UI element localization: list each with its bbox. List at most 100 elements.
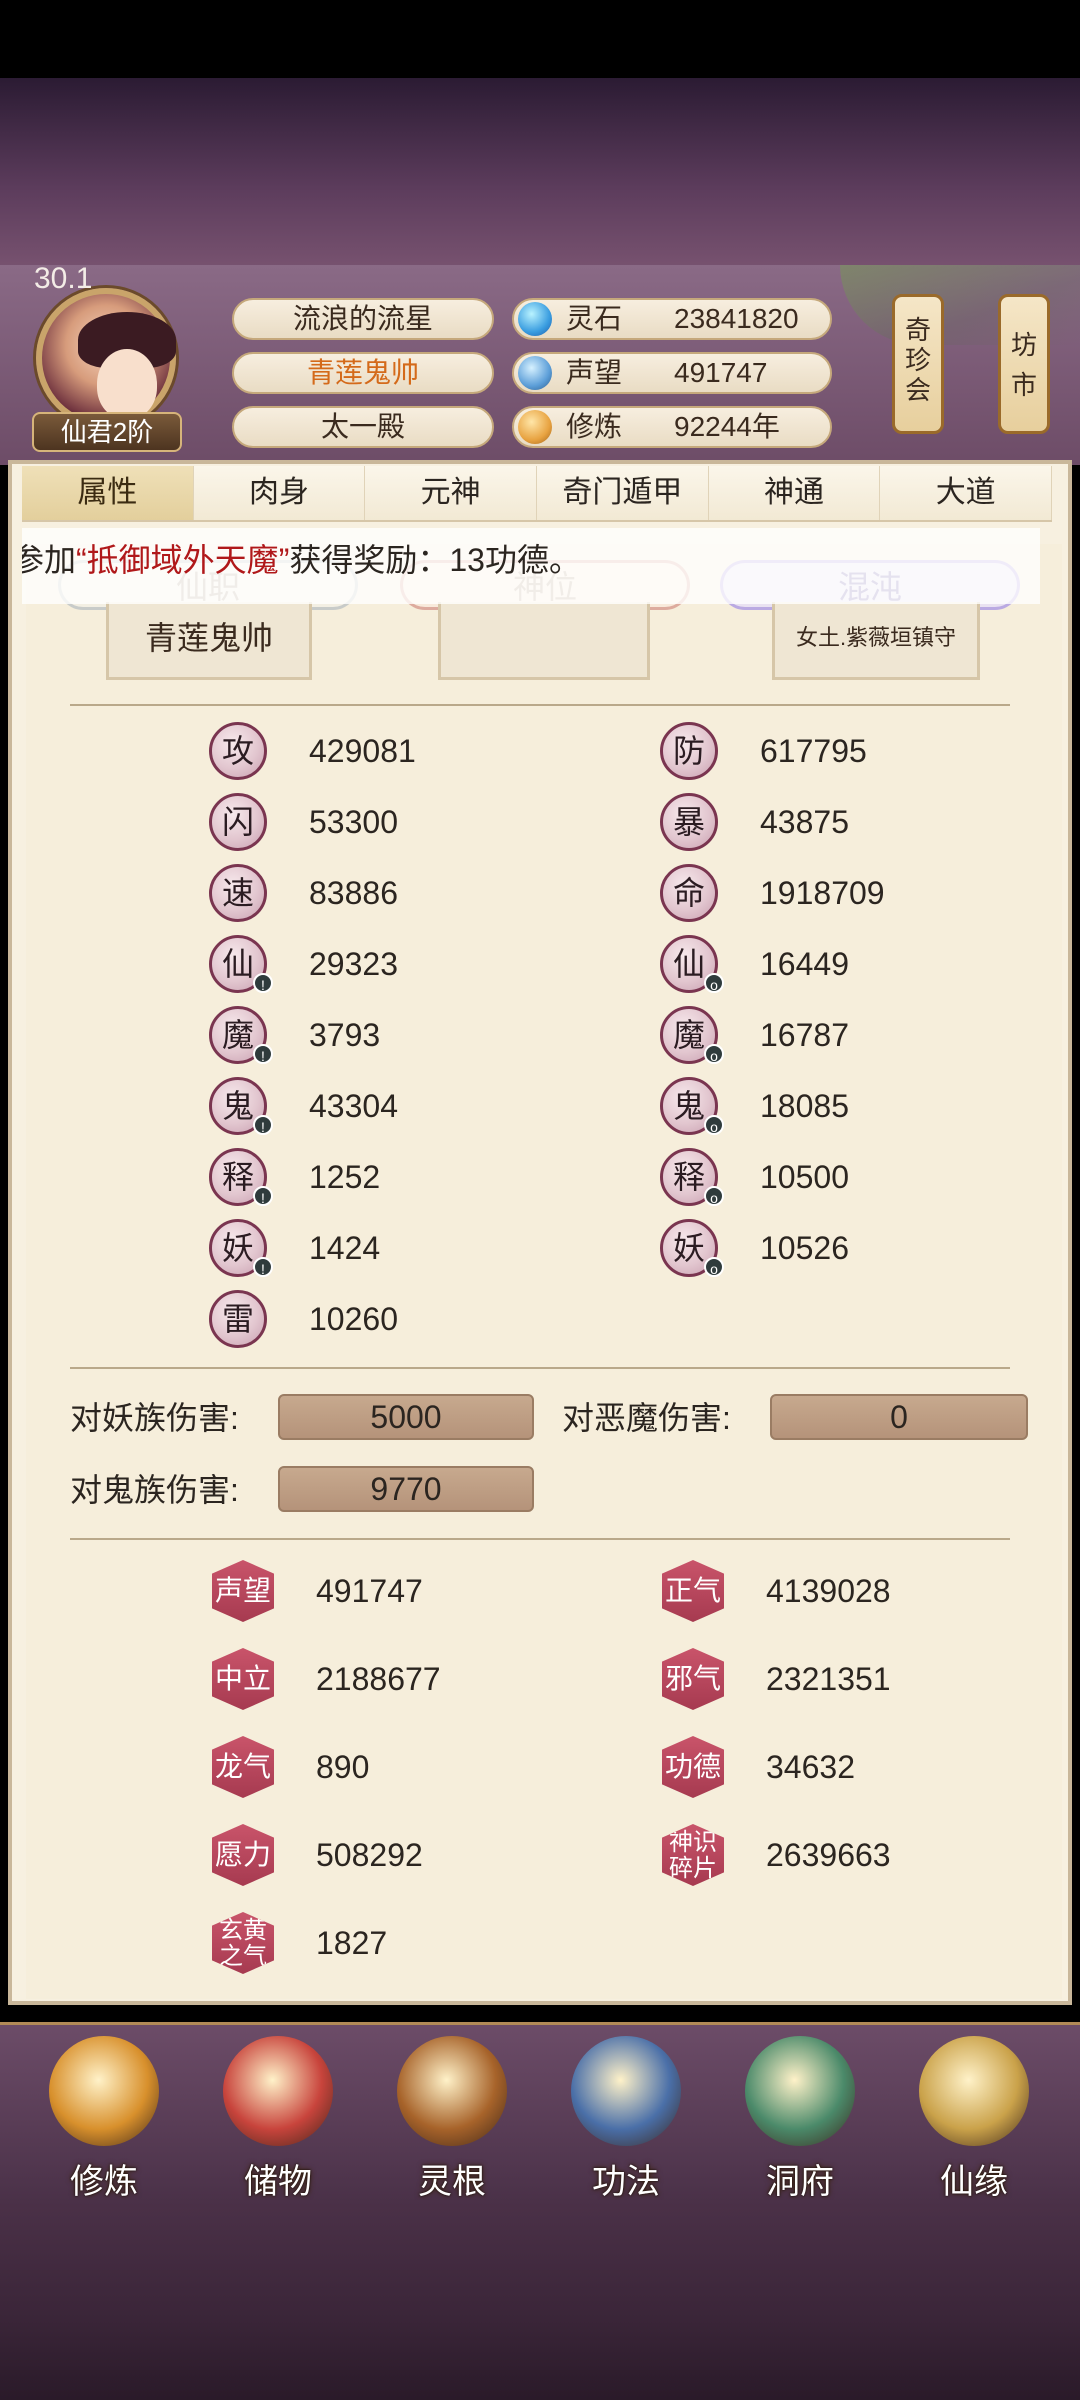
alert-badge-icon: ! xyxy=(253,1115,273,1135)
divider xyxy=(70,1367,1010,1369)
nav-item[interactable]: 修炼 xyxy=(24,2036,184,2204)
reputation-value: 890 xyxy=(316,1749,370,1785)
notice-suffix: 获得奖励：13功德。 xyxy=(289,542,581,578)
reputation-value: 2321351 xyxy=(766,1661,891,1697)
stat-value: 83886 xyxy=(309,875,398,911)
resource-spirit-stone[interactable]: 灵石 23841820 xyxy=(512,298,832,340)
treasure-fair-button[interactable]: 奇 珍 会 xyxy=(892,294,944,434)
stat-value: 18085 xyxy=(760,1088,849,1124)
stat-value: 3793 xyxy=(309,1017,381,1053)
stat-icon[interactable]: 暴 xyxy=(660,793,718,851)
status-bar xyxy=(0,0,1080,78)
nav-label: 修炼 xyxy=(70,2163,138,2201)
nav-label: 灵根 xyxy=(418,2163,486,2201)
stat-value: 43875 xyxy=(760,804,849,840)
stat-value: 429081 xyxy=(309,733,416,769)
tab-dao[interactable]: 大道 xyxy=(880,466,1053,520)
player-title: 青莲鬼帅 xyxy=(232,352,494,394)
damage-yao-value: 5000 xyxy=(278,1394,534,1440)
damage-emo-label: 对恶魔伤害: xyxy=(562,1400,731,1436)
resource-value: 491747 xyxy=(674,357,768,388)
stat-value: 53300 xyxy=(309,804,398,840)
resource-label: 修炼 xyxy=(566,411,623,442)
stat-value: 10500 xyxy=(760,1159,849,1195)
player-avatar[interactable]: 仙君2阶 xyxy=(20,280,190,460)
stat-value: 1252 xyxy=(309,1159,381,1195)
notice-quote-open: “ xyxy=(76,542,87,578)
avatar-face xyxy=(97,349,157,419)
reputation-value: 34632 xyxy=(766,1749,855,1785)
resource-value: 92244年 xyxy=(674,411,780,442)
stat-value: 29323 xyxy=(309,946,398,982)
notice-prefix: 参加 xyxy=(22,542,77,578)
stat-icon[interactable]: 闪 xyxy=(209,793,267,851)
stat-icon[interactable]: 速 xyxy=(209,864,267,922)
spirit-stone-icon xyxy=(518,302,552,336)
stat-value: 16449 xyxy=(760,946,849,982)
tab-body[interactable]: 肉身 xyxy=(193,466,366,520)
stat-value: 10260 xyxy=(309,1301,398,1337)
resource-cultivation[interactable]: 修炼 92244年 xyxy=(512,406,832,448)
chaos-value: 女土.紫薇垣镇守 xyxy=(772,602,980,680)
info-badge-icon: o xyxy=(704,1257,724,1277)
alert-badge-icon: ! xyxy=(253,1257,273,1277)
alert-badge-icon: ! xyxy=(253,973,273,993)
alert-badge-icon: ! xyxy=(253,1186,273,1206)
player-name: 流浪的流星 xyxy=(232,298,494,340)
divine-rank-value xyxy=(438,602,650,680)
reputation-icon xyxy=(518,356,552,390)
tab-abilities[interactable]: 神通 xyxy=(708,466,881,520)
resource-label: 灵石 xyxy=(566,303,623,334)
stat-icon[interactable]: 命 xyxy=(660,864,718,922)
nav-icon xyxy=(397,2036,507,2146)
stat-value: 1424 xyxy=(309,1230,381,1266)
bottom-background xyxy=(0,2200,1080,2400)
nav-item[interactable]: 洞府 xyxy=(720,2036,880,2204)
stat-value: 1918709 xyxy=(760,875,885,911)
attribute-panel xyxy=(8,460,1072,2005)
rank-badge: 仙君2阶 xyxy=(32,412,182,452)
tab-spirit[interactable]: 元神 xyxy=(365,466,538,520)
reputation-value: 508292 xyxy=(316,1837,423,1873)
resource-value: 23841820 xyxy=(674,303,799,334)
tab-attributes[interactable]: 属性 xyxy=(22,466,194,520)
nav-item[interactable]: 灵根 xyxy=(372,2036,532,2204)
player-location: 太一殿 xyxy=(232,406,494,448)
info-badge-icon: o xyxy=(704,1115,724,1135)
nav-icon xyxy=(223,2036,333,2146)
stat-icon[interactable]: 攻 xyxy=(209,722,267,780)
nav-label: 储物 xyxy=(244,2163,312,2201)
nav-icon xyxy=(49,2036,159,2146)
stat-icon[interactable]: 雷 xyxy=(209,1290,267,1348)
stat-icon[interactable]: 防 xyxy=(660,722,718,780)
stat-value: 10526 xyxy=(760,1230,849,1266)
notice-highlight: 抵御域外天魔 xyxy=(86,542,279,578)
attribute-tabs: 属性 肉身 元神 奇门遁甲 神通 大道 xyxy=(22,466,1053,522)
stat-value: 43304 xyxy=(309,1088,398,1124)
divider xyxy=(70,704,1010,706)
reputation-value: 2639663 xyxy=(766,1837,891,1873)
info-badge-icon: o xyxy=(704,973,724,993)
nav-label: 仙缘 xyxy=(940,2163,1008,2201)
cultivation-icon xyxy=(518,410,552,444)
nav-item[interactable]: 仙缘 xyxy=(894,2036,1054,2204)
resource-reputation[interactable]: 声望 491747 xyxy=(512,352,832,394)
damage-emo-value: 0 xyxy=(770,1394,1028,1440)
reputation-value: 1827 xyxy=(316,1925,388,1961)
damage-yao-label: 对妖族伤害: xyxy=(70,1400,239,1436)
avatar-portrait xyxy=(36,288,176,428)
immortal-post-value: 青莲鬼帅 xyxy=(106,602,312,680)
divider xyxy=(70,1538,1010,1540)
nav-label: 洞府 xyxy=(766,2163,834,2201)
top-background xyxy=(0,78,1080,278)
nav-item[interactable]: 储物 xyxy=(198,2036,358,2204)
nav-icon xyxy=(919,2036,1029,2146)
market-button[interactable]: 坊 市 xyxy=(998,294,1050,434)
reputation-value: 491747 xyxy=(316,1573,423,1609)
tab-qimen[interactable]: 奇门遁甲 xyxy=(537,466,709,520)
nav-item[interactable]: 功法 xyxy=(546,2036,706,2204)
damage-gui-label: 对鬼族伤害: xyxy=(70,1472,239,1508)
reputation-value: 4139028 xyxy=(766,1573,891,1609)
info-badge-icon: o xyxy=(704,1186,724,1206)
fps-counter: 30.1 xyxy=(34,262,93,295)
